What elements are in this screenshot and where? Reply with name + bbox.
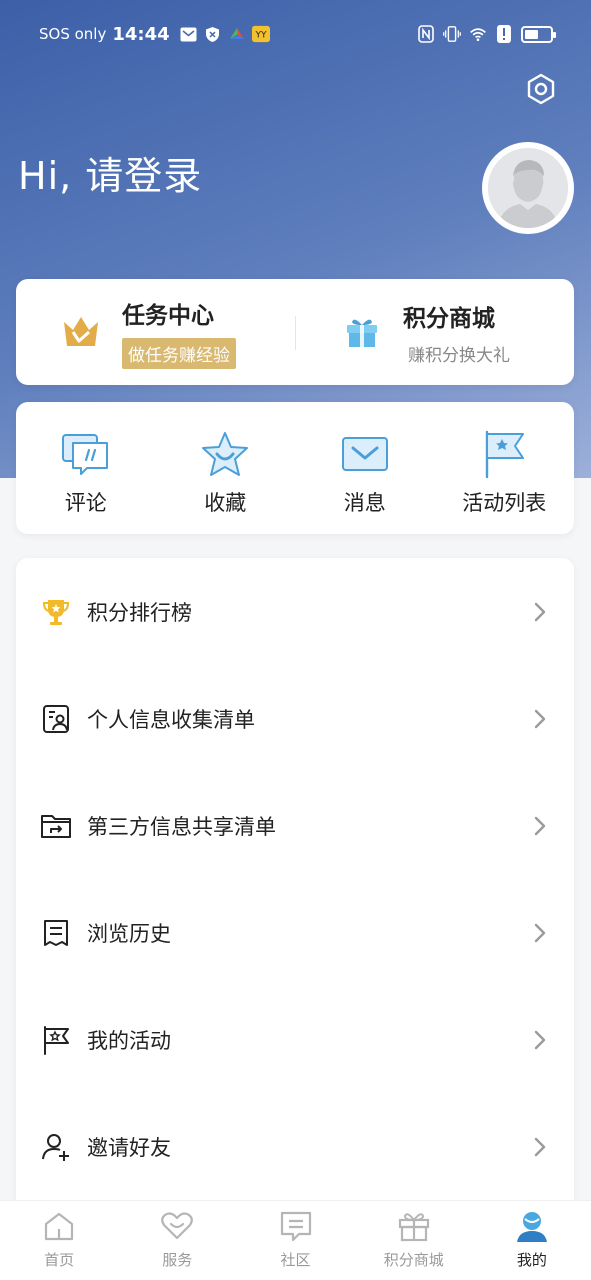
battery-icon <box>521 25 556 43</box>
app-badge-icon: YY <box>251 25 270 43</box>
app-notification-icon <box>228 25 246 43</box>
menu-item-my-activities[interactable]: 我的活动 <box>16 986 574 1093</box>
menu-item-third-party-sharing[interactable]: 第三方信息共享清单 <box>16 772 574 879</box>
vibrate-icon <box>443 25 461 43</box>
alert-icon <box>495 25 513 43</box>
tab-label: 积分商城 <box>383 1251 444 1269</box>
tab-home[interactable]: 首页 <box>0 1201 118 1280</box>
personal-info-icon <box>40 703 72 735</box>
default-avatar-icon <box>488 148 568 228</box>
gift-icon <box>397 1209 431 1243</box>
points-mall-entry[interactable]: 积分商城 赚积分换大礼 <box>295 279 574 385</box>
promo-card: 任务中心 做任务赚经验 积分商城 赚积分换大礼 <box>16 279 574 385</box>
quick-action-label: 收藏 <box>204 491 247 515</box>
quick-actions-card: 评论 收藏 消息 活动列表 <box>16 402 574 534</box>
chevron-right-icon <box>532 708 548 730</box>
quick-action-label: 活动列表 <box>462 491 547 515</box>
tab-label: 我的 <box>516 1251 547 1269</box>
quick-action-comment[interactable]: 评论 <box>16 402 156 534</box>
menu-item-personal-info-list[interactable]: 个人信息收集清单 <box>16 665 574 772</box>
comment-icon <box>60 429 112 479</box>
chevron-right-icon <box>532 601 548 623</box>
shield-icon <box>204 25 222 43</box>
menu-item-label: 我的活动 <box>87 1028 171 1053</box>
quick-action-message[interactable]: 消息 <box>295 402 435 534</box>
folder-share-icon <box>40 810 72 842</box>
crown-icon <box>60 311 102 353</box>
clock: 14:44 <box>112 23 170 45</box>
tab-label: 服务 <box>162 1251 193 1269</box>
points-mall-title: 积分商城 <box>403 305 495 332</box>
chevron-right-icon <box>532 1136 548 1158</box>
menu-item-label: 浏览历史 <box>87 921 171 946</box>
home-icon <box>42 1209 76 1243</box>
profile-icon <box>515 1209 549 1243</box>
battery-level <box>525 29 538 39</box>
menu-item-browsing-history[interactable]: 浏览历史 <box>16 879 574 986</box>
tab-service[interactable]: 服务 <box>118 1201 236 1280</box>
tab-mine[interactable]: 我的 <box>473 1201 591 1280</box>
service-heart-icon <box>160 1209 194 1243</box>
invite-user-icon <box>40 1131 72 1163</box>
chevron-right-icon <box>532 922 548 944</box>
quick-action-activity-list[interactable]: 活动列表 <box>435 402 575 534</box>
history-icon <box>40 917 72 949</box>
tab-label: 社区 <box>280 1251 311 1269</box>
mail-icon <box>180 25 198 43</box>
task-center-subtitle: 做任务赚经验 <box>122 337 236 369</box>
quick-action-label: 评论 <box>64 491 107 515</box>
task-center-entry[interactable]: 任务中心 做任务赚经验 <box>16 279 295 385</box>
menu-item-label: 个人信息收集清单 <box>87 707 255 732</box>
menu-list: 积分排行榜 个人信息收集清单 第三方信息共享清单 浏览历史 我的活动 邀请好友 <box>16 558 574 1218</box>
menu-item-label: 第三方信息共享清单 <box>87 814 276 839</box>
svg-text:YY: YY <box>254 31 266 41</box>
bottom-tab-bar: 首页 服务 社区 积分商城 我的 <box>0 1200 591 1280</box>
menu-item-points-ranking[interactable]: 积分排行榜 <box>16 558 574 665</box>
menu-item-label: 邀请好友 <box>87 1135 171 1160</box>
flag-icon <box>478 429 530 479</box>
star-icon <box>199 429 251 479</box>
chevron-right-icon <box>532 815 548 837</box>
trophy-icon <box>40 596 72 628</box>
settings-hexagon-icon <box>524 72 558 110</box>
status-bar: SOS only 14:44 YY <box>0 18 591 50</box>
message-icon <box>339 429 391 479</box>
wifi-icon <box>469 25 487 43</box>
activity-flag-icon <box>40 1024 72 1056</box>
menu-item-label: 积分排行榜 <box>87 600 192 625</box>
menu-item-invite-friends[interactable]: 邀请好友 <box>16 1093 574 1200</box>
carrier-text: SOS only <box>39 25 107 43</box>
tab-community[interactable]: 社区 <box>236 1201 354 1280</box>
task-center-title: 任务中心 <box>122 302 214 329</box>
community-icon <box>279 1209 313 1243</box>
quick-action-label: 消息 <box>343 491 386 515</box>
tab-label: 首页 <box>44 1251 75 1269</box>
login-greeting[interactable]: Hi, 请登录 <box>18 145 202 200</box>
nfc-icon <box>417 25 435 43</box>
avatar[interactable] <box>482 142 574 234</box>
chevron-right-icon <box>532 1029 548 1051</box>
gift-icon <box>341 311 383 353</box>
tab-points-mall[interactable]: 积分商城 <box>355 1201 473 1280</box>
points-mall-subtitle: 赚积分换大礼 <box>408 345 510 366</box>
settings-button[interactable] <box>522 72 560 110</box>
quick-action-favorite[interactable]: 收藏 <box>156 402 296 534</box>
